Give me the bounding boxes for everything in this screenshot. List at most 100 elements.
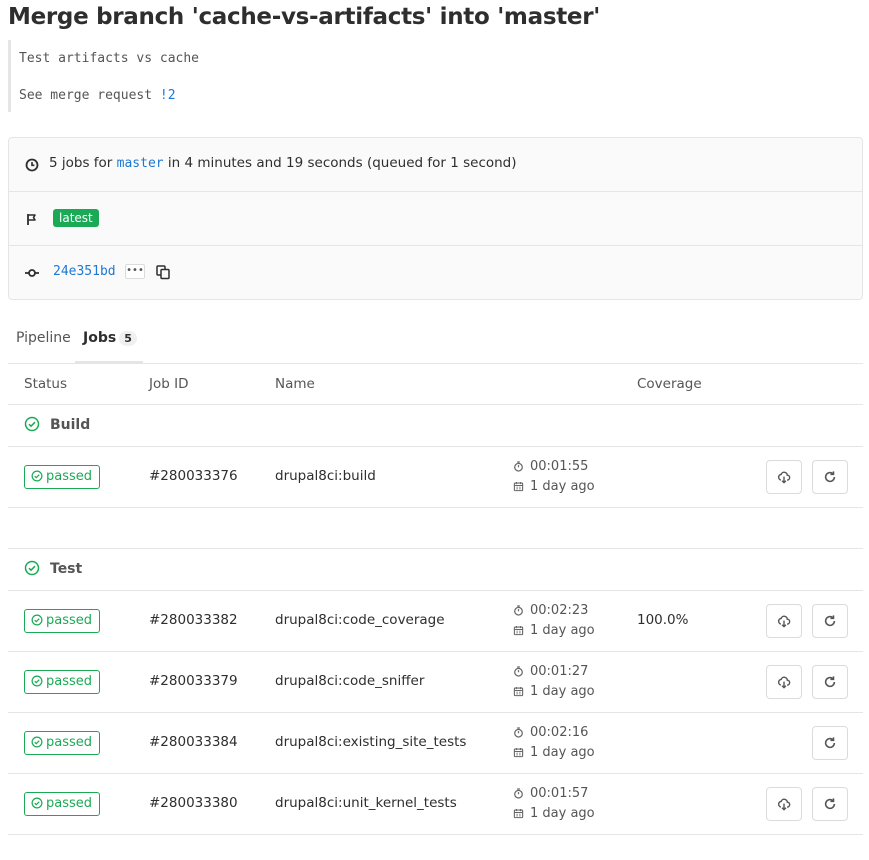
status-success-icon [24, 416, 40, 432]
job-finished-text: 1 day ago [530, 623, 595, 638]
calendar-icon [513, 626, 524, 636]
job-finished: 1 day ago [513, 684, 595, 699]
status-label: passed [46, 735, 93, 750]
status-label: passed [46, 796, 93, 811]
retry-button[interactable] [812, 787, 848, 821]
job-row: passed #280033382 drupal8ci:code_coverag… [8, 591, 863, 652]
retry-icon [824, 737, 836, 749]
description-merge-request: See merge request !2 [19, 88, 176, 103]
download-artifacts-button[interactable] [766, 665, 802, 699]
column-status: Status [24, 376, 68, 392]
timer-icon [514, 666, 523, 677]
tab-jobs[interactable]: Jobs 5 [83, 330, 137, 346]
retry-button[interactable] [812, 604, 848, 638]
job-name: drupal8ci:code_sniffer [275, 673, 425, 689]
job-id-link[interactable]: #280033379 [149, 673, 238, 689]
tab-pipeline[interactable]: Pipeline [16, 330, 71, 346]
status-success-icon [31, 736, 43, 748]
retry-button[interactable] [812, 665, 848, 699]
job-finished: 1 day ago [513, 806, 595, 821]
latest-badge: latest [53, 209, 99, 227]
status-label: passed [46, 674, 93, 689]
merge-request-link[interactable]: !2 [160, 88, 176, 103]
job-id-link[interactable]: #280033384 [149, 734, 238, 750]
job-duration: 00:02:16 [513, 725, 588, 740]
job-row: passed #280033384 drupal8ci:existing_sit… [8, 713, 863, 774]
commit-icon [25, 269, 39, 277]
jobs-table-header: Status Job ID Name Coverage [8, 364, 863, 405]
stage-name: Test [50, 561, 83, 577]
status-badge[interactable]: passed [24, 465, 101, 489]
page-title: Merge branch 'cache-vs-artifacts' into '… [8, 4, 600, 30]
column-coverage: Coverage [637, 376, 702, 392]
pipeline-jobs-summary: 5 jobs for master in 4 minutes and 19 se… [9, 138, 862, 192]
job-duration-text: 00:01:27 [530, 664, 589, 679]
column-job-id: Job ID [149, 376, 189, 392]
expand-commit-button[interactable]: ••• [125, 264, 145, 279]
download-artifacts-button[interactable] [766, 787, 802, 821]
job-duration: 00:02:23 [513, 603, 588, 618]
job-duration-text: 00:02:23 [530, 603, 589, 618]
status-badge[interactable]: passed [24, 731, 101, 755]
cloud-download-icon [777, 798, 791, 811]
status-badge[interactable]: passed [24, 792, 101, 816]
retry-button[interactable] [812, 726, 848, 760]
cloud-download-icon [777, 615, 791, 628]
calendar-icon [513, 809, 524, 819]
status-label: passed [46, 613, 93, 628]
job-id-link[interactable]: #280033376 [149, 468, 238, 484]
commit-description: Test artifacts vs cache See merge reques… [8, 40, 408, 112]
timer-icon [514, 461, 523, 472]
job-id-link[interactable]: #280033380 [149, 795, 238, 811]
commit-sha-link[interactable]: 24e351bd [53, 264, 116, 279]
cloud-download-icon [777, 676, 791, 689]
job-finished: 1 day ago [513, 623, 595, 638]
retry-icon [824, 471, 836, 483]
status-success-icon [31, 614, 43, 626]
timer-icon [514, 727, 523, 738]
job-finished-text: 1 day ago [530, 684, 595, 699]
status-success-icon [31, 470, 43, 482]
stage-test: Test [8, 549, 863, 591]
flag-icon [27, 214, 36, 225]
calendar-icon [513, 482, 524, 492]
description-line: Test artifacts vs cache [19, 51, 200, 66]
jobs-summary-suffix: in 4 minutes and 19 seconds (queued for … [163, 155, 517, 171]
jobs-count-badge: 5 [119, 331, 137, 346]
tab-jobs-label: Jobs [83, 330, 117, 346]
job-duration: 00:01:57 [513, 786, 588, 801]
stage-name: Build [50, 417, 91, 433]
job-coverage: 100.0% [637, 612, 689, 628]
download-artifacts-button[interactable] [766, 460, 802, 494]
job-row: passed #280033376 drupal8ci:build 00:01:… [8, 447, 863, 508]
retry-icon [824, 798, 836, 810]
stage-build: Build [8, 405, 863, 447]
job-finished-text: 1 day ago [530, 745, 595, 760]
retry-icon [824, 615, 836, 627]
job-finished-text: 1 day ago [530, 806, 595, 821]
job-duration-text: 00:02:16 [530, 725, 589, 740]
job-finished: 1 day ago [513, 745, 595, 760]
job-name: drupal8ci:code_coverage [275, 612, 445, 628]
copy-icon[interactable] [155, 264, 171, 280]
job-duration: 00:01:55 [513, 459, 588, 474]
retry-icon [824, 676, 836, 688]
status-badge[interactable]: passed [24, 670, 101, 694]
job-duration: 00:01:27 [513, 664, 588, 679]
pipeline-info-box: 5 jobs for master in 4 minutes and 19 se… [8, 137, 863, 300]
branch-link[interactable]: master [117, 156, 164, 171]
job-finished: 1 day ago [513, 479, 595, 494]
status-success-icon [24, 560, 40, 576]
pipeline-tabs: Pipeline Jobs 5 [8, 316, 863, 364]
download-artifacts-button[interactable] [766, 604, 802, 638]
job-id-link[interactable]: #280033382 [149, 612, 238, 628]
job-row: passed #280033380 drupal8ci:unit_kernel_… [8, 774, 863, 835]
active-tab-indicator [75, 361, 143, 363]
calendar-icon [513, 687, 524, 697]
status-label: passed [46, 469, 93, 484]
retry-button[interactable] [812, 460, 848, 494]
status-success-icon [31, 675, 43, 687]
commit-row: 24e351bd ••• [9, 246, 862, 300]
job-finished-text: 1 day ago [530, 479, 595, 494]
status-badge[interactable]: passed [24, 609, 101, 633]
